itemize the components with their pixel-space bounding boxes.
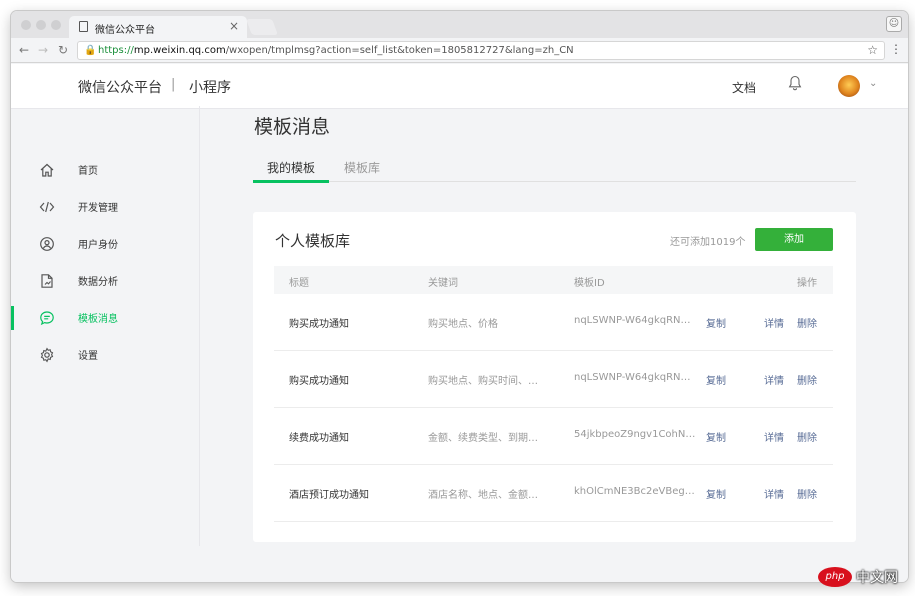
row-keywords: 酒店名称、地点、金额… (428, 490, 538, 501)
tab-template-library[interactable]: 模板库 (344, 159, 380, 176)
table-header: 标题 关键词 模板ID 操作 (274, 266, 833, 294)
sidebar-item-template-messages[interactable]: 模板消息 (11, 300, 199, 336)
chevron-down-icon[interactable]: ⌄ (869, 78, 877, 89)
row-title: 酒店预订成功通知 (289, 490, 369, 501)
reload-icon[interactable]: ↻ (58, 43, 68, 57)
sidebar-item-label: 设置 (78, 351, 98, 362)
delete-link[interactable]: 删除 (797, 315, 817, 330)
delete-link[interactable]: 删除 (797, 429, 817, 444)
content-tabs: 我的模板 模板库 (253, 150, 856, 183)
copy-link[interactable]: 复制 (706, 315, 726, 330)
url-host: mp.weixin.qq.com (133, 45, 226, 56)
message-icon (39, 310, 55, 326)
card-title: 个人模板库 (275, 232, 351, 250)
user-icon (39, 236, 55, 252)
browser-window: 微信公众平台 × ☺ ← → ↻ 🔒 https://mp.weixin.qq.… (11, 11, 908, 582)
row-keywords: 购买地点、价格 (428, 319, 498, 330)
avatar[interactable] (838, 75, 860, 97)
sidebar-item-label: 模板消息 (78, 314, 118, 325)
table-row: 购买成功通知 购买地点、价格 nqLSWNP-W64gkqRN… 复制 详情 删… (274, 294, 833, 351)
back-icon[interactable]: ← (19, 43, 29, 57)
page-icon (79, 21, 88, 32)
detail-link[interactable]: 详情 (764, 315, 784, 330)
copy-link[interactable]: 复制 (706, 429, 726, 444)
top-header: 微信公众平台 | 小程序 文档 ⌄ (11, 64, 908, 109)
sidebar-item-analytics[interactable]: 数据分析 (11, 263, 199, 299)
copy-link[interactable]: 复制 (706, 372, 726, 387)
table-row: 酒店预订成功通知 酒店名称、地点、金额… khOlCmNE3Bc2eVBeg… … (274, 465, 833, 522)
browser-menu-icon[interactable]: ⋮ (890, 42, 902, 56)
tab-strip: 微信公众平台 × ☺ (11, 11, 908, 38)
bell-icon[interactable] (788, 75, 802, 95)
product-name: 小程序 (189, 80, 231, 96)
tab-title: 微信公众平台 (95, 25, 155, 36)
delete-link[interactable]: 删除 (797, 372, 817, 387)
bookmark-star-icon[interactable]: ☆ (867, 43, 878, 57)
url-path: /wxopen/tmplmsg?action=self_list&token=1… (225, 45, 574, 56)
row-title: 购买成功通知 (289, 376, 349, 387)
row-template-id: khOlCmNE3Bc2eVBeg… (574, 486, 695, 497)
forward-icon[interactable]: → (38, 43, 48, 57)
url-text: https://mp.weixin.qq.com/wxopen/tmplmsg?… (98, 45, 574, 56)
brand-title[interactable]: 微信公众平台 (78, 77, 162, 97)
url-scheme: https:// (98, 45, 134, 56)
row-template-id: nqLSWNP-W64gkqRN… (574, 315, 691, 326)
sidebar: 首页 开发管理 用户身份 数据分析 模板消息 设置 (11, 109, 201, 582)
sidebar-item-label: 用户身份 (78, 240, 118, 251)
chart-doc-icon (39, 273, 55, 289)
watermark-text: 中文网 (856, 570, 898, 586)
add-template-button[interactable]: 添加 (755, 228, 833, 251)
template-card: 个人模板库 还可添加1019个 添加 标题 关键词 模板ID 操作 购买成功通知… (253, 212, 856, 542)
tab-close-icon[interactable]: × (229, 19, 239, 33)
row-title: 续费成功通知 (289, 433, 349, 444)
table-row: 续费成功通知 金额、续费类型、到期… 54jkbpeoZ9ngv1CohN… 复… (274, 408, 833, 465)
watermark: php 中文网 (818, 565, 908, 589)
new-tab-button[interactable] (246, 19, 278, 35)
detail-link[interactable]: 详情 (764, 372, 784, 387)
quota-text: 还可添加1019个 (670, 237, 746, 248)
column-header-actions: 操作 (797, 278, 817, 289)
home-icon (39, 162, 55, 178)
sidebar-item-label: 首页 (78, 166, 98, 177)
copy-link[interactable]: 复制 (706, 486, 726, 501)
page-title: 模板消息 (254, 116, 331, 138)
lock-icon: 🔒 (84, 45, 97, 56)
sidebar-item-dev[interactable]: 开发管理 (11, 189, 199, 225)
address-bar[interactable]: 🔒 https://mp.weixin.qq.com/wxopen/tmplms… (77, 41, 885, 60)
row-keywords: 购买地点、购买时间、… (428, 376, 538, 387)
tab-my-templates[interactable]: 我的模板 (267, 159, 315, 176)
delete-link[interactable]: 删除 (797, 486, 817, 501)
detail-link[interactable]: 详情 (764, 486, 784, 501)
column-header-keywords: 关键词 (428, 278, 458, 289)
sidebar-item-user-identity[interactable]: 用户身份 (11, 226, 199, 262)
close-window-button[interactable] (21, 20, 31, 30)
zoom-window-button[interactable] (51, 20, 61, 30)
brand-separator: | (171, 77, 176, 92)
gear-icon (39, 347, 55, 363)
sidebar-item-settings[interactable]: 设置 (11, 337, 199, 373)
browser-tab[interactable]: 微信公众平台 × (69, 16, 247, 38)
code-icon (39, 199, 55, 215)
row-title: 购买成功通知 (289, 319, 349, 330)
active-tab-indicator (253, 180, 329, 183)
table-row: 购买成功通知 购买地点、购买时间、… nqLSWNP-W64gkqRN… 复制 … (274, 351, 833, 408)
sidebar-item-label: 开发管理 (78, 203, 118, 214)
minimize-window-button[interactable] (36, 20, 46, 30)
row-template-id: 54jkbpeoZ9ngv1CohN… (574, 429, 696, 440)
column-header-title: 标题 (289, 278, 309, 289)
docs-link[interactable]: 文档 (732, 79, 756, 96)
profile-icon[interactable]: ☺ (886, 16, 902, 32)
sidebar-item-home[interactable]: 首页 (11, 152, 199, 188)
sidebar-item-label: 数据分析 (78, 277, 118, 288)
detail-link[interactable]: 详情 (764, 429, 784, 444)
row-template-id: nqLSWNP-W64gkqRN… (574, 372, 691, 383)
column-header-template-id: 模板ID (574, 278, 605, 289)
navigation-bar: ← → ↻ 🔒 https://mp.weixin.qq.com/wxopen/… (11, 38, 908, 63)
row-keywords: 金额、续费类型、到期… (428, 433, 538, 444)
watermark-logo: php (818, 567, 852, 587)
